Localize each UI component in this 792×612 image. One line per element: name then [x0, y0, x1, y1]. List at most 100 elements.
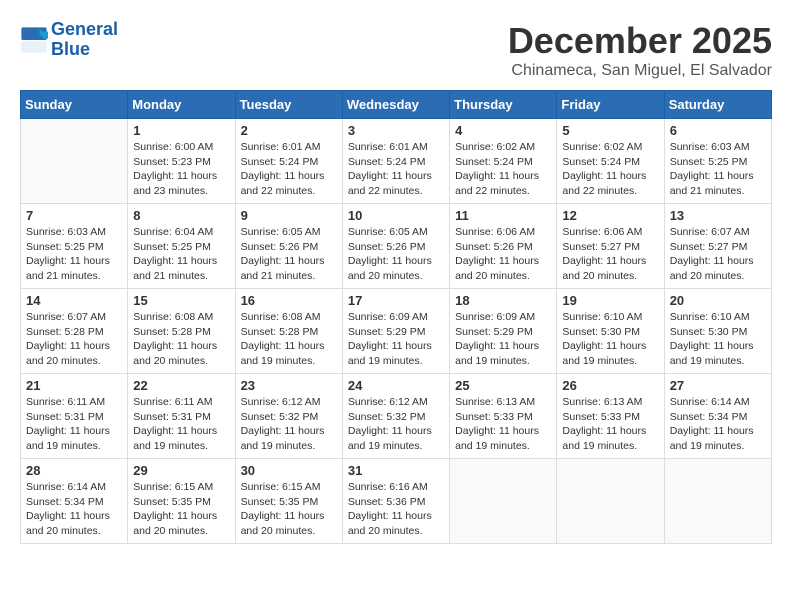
calendar-cell: 5 Sunrise: 6:02 AMSunset: 5:24 PMDaylight… [557, 119, 664, 204]
day-number: 20 [670, 293, 766, 308]
page-header: General Blue December 2025 Chinameca, Sa… [20, 20, 772, 80]
calendar-cell: 15 Sunrise: 6:08 AMSunset: 5:28 PMDayligh… [128, 289, 235, 374]
day-info: Sunrise: 6:08 AMSunset: 5:28 PMDaylight:… [241, 310, 337, 369]
calendar-cell: 21 Sunrise: 6:11 AMSunset: 5:31 PMDayligh… [21, 374, 128, 459]
calendar-cell: 26 Sunrise: 6:13 AMSunset: 5:33 PMDayligh… [557, 374, 664, 459]
calendar-cell: 16 Sunrise: 6:08 AMSunset: 5:28 PMDayligh… [235, 289, 342, 374]
calendar-cell: 3Sunrise: 6:01 AMSunset: 5:24 PMDaylight… [342, 119, 449, 204]
day-info: Sunrise: 6:02 AMSunset: 5:24 PMDaylight:… [455, 140, 551, 199]
logo-line2: Blue [51, 39, 90, 59]
day-number: 1 [133, 123, 229, 138]
day-number: 16 [241, 293, 337, 308]
day-info: Sunrise: 6:14 AMSunset: 5:34 PMDaylight:… [26, 480, 122, 539]
calendar-cell: 30 Sunrise: 6:15 AMSunset: 5:35 PMDayligh… [235, 459, 342, 544]
header-thursday: Thursday [450, 91, 557, 119]
day-number: 28 [26, 463, 122, 478]
day-info: Sunrise: 6:13 AMSunset: 5:33 PMDaylight:… [562, 395, 658, 454]
day-number: 25 [455, 378, 551, 393]
day-info: Sunrise: 6:12 AMSunset: 5:32 PMDaylight:… [348, 395, 444, 454]
day-info: Sunrise: 6:07 AMSunset: 5:27 PMDaylight:… [670, 225, 766, 284]
calendar-cell [21, 119, 128, 204]
month-title: December 2025 [508, 20, 772, 62]
header-tuesday: Tuesday [235, 91, 342, 119]
day-info: Sunrise: 6:01 AMSunset: 5:24 PMDaylight:… [241, 140, 337, 199]
calendar-cell [557, 459, 664, 544]
day-number: 8 [133, 208, 229, 223]
calendar-cell: 9 Sunrise: 6:05 AMSunset: 5:26 PMDaylight… [235, 204, 342, 289]
day-info: Sunrise: 6:00 AMSunset: 5:23 PMDaylight:… [133, 140, 229, 199]
calendar-cell: 27 Sunrise: 6:14 AMSunset: 5:34 PMDayligh… [664, 374, 771, 459]
day-number: 15 [133, 293, 229, 308]
calendar-cell: 22 Sunrise: 6:11 AMSunset: 5:31 PMDayligh… [128, 374, 235, 459]
calendar-cell: 31 Sunrise: 6:16 AMSunset: 5:36 PMDayligh… [342, 459, 449, 544]
day-number: 7 [26, 208, 122, 223]
day-number: 30 [241, 463, 337, 478]
day-info: Sunrise: 6:16 AMSunset: 5:36 PMDaylight:… [348, 480, 444, 539]
day-info: Sunrise: 6:15 AMSunset: 5:35 PMDaylight:… [241, 480, 337, 539]
day-number: 6 [670, 123, 766, 138]
day-info: Sunrise: 6:03 AMSunset: 5:25 PMDaylight:… [26, 225, 122, 284]
day-info: Sunrise: 6:15 AMSunset: 5:35 PMDaylight:… [133, 480, 229, 539]
calendar-cell [450, 459, 557, 544]
calendar-cell: 4 Sunrise: 6:02 AMSunset: 5:24 PMDaylight… [450, 119, 557, 204]
calendar-cell: 10 Sunrise: 6:05 AMSunset: 5:26 PMDayligh… [342, 204, 449, 289]
logo-text: General Blue [51, 20, 118, 60]
week-row-4: 21 Sunrise: 6:11 AMSunset: 5:31 PMDayligh… [21, 374, 772, 459]
logo: General Blue [20, 20, 118, 60]
day-number: 18 [455, 293, 551, 308]
day-number: 31 [348, 463, 444, 478]
day-number: 17 [348, 293, 444, 308]
calendar-cell: 2Sunrise: 6:01 AMSunset: 5:24 PMDaylight… [235, 119, 342, 204]
day-number: 27 [670, 378, 766, 393]
day-info: Sunrise: 6:05 AMSunset: 5:26 PMDaylight:… [241, 225, 337, 284]
calendar-header-row: SundayMondayTuesdayWednesdayThursdayFrid… [21, 91, 772, 119]
day-info: Sunrise: 6:10 AMSunset: 5:30 PMDaylight:… [562, 310, 658, 369]
calendar-cell: 18 Sunrise: 6:09 AMSunset: 5:29 PMDayligh… [450, 289, 557, 374]
day-info: Sunrise: 6:02 AMSunset: 5:24 PMDaylight:… [562, 140, 658, 199]
day-number: 12 [562, 208, 658, 223]
calendar-cell: 8 Sunrise: 6:04 AMSunset: 5:25 PMDaylight… [128, 204, 235, 289]
week-row-1: 1 Sunrise: 6:00 AMSunset: 5:23 PMDaylight… [21, 119, 772, 204]
day-number: 19 [562, 293, 658, 308]
day-number: 9 [241, 208, 337, 223]
day-number: 22 [133, 378, 229, 393]
calendar-table: SundayMondayTuesdayWednesdayThursdayFrid… [20, 90, 772, 544]
day-number: 14 [26, 293, 122, 308]
day-info: Sunrise: 6:10 AMSunset: 5:30 PMDaylight:… [670, 310, 766, 369]
week-row-3: 14Sunrise: 6:07 AMSunset: 5:28 PMDayligh… [21, 289, 772, 374]
title-block: December 2025 Chinameca, San Miguel, El … [508, 20, 772, 80]
calendar-cell: 11 Sunrise: 6:06 AMSunset: 5:26 PMDayligh… [450, 204, 557, 289]
calendar-cell: 28 Sunrise: 6:14 AMSunset: 5:34 PMDayligh… [21, 459, 128, 544]
week-row-2: 7 Sunrise: 6:03 AMSunset: 5:25 PMDaylight… [21, 204, 772, 289]
day-number: 10 [348, 208, 444, 223]
day-number: 4 [455, 123, 551, 138]
day-info: Sunrise: 6:04 AMSunset: 5:25 PMDaylight:… [133, 225, 229, 284]
day-info: Sunrise: 6:11 AMSunset: 5:31 PMDaylight:… [133, 395, 229, 454]
calendar-cell: 12Sunrise: 6:06 AMSunset: 5:27 PMDayligh… [557, 204, 664, 289]
calendar-cell: 29Sunrise: 6:15 AMSunset: 5:35 PMDayligh… [128, 459, 235, 544]
header-monday: Monday [128, 91, 235, 119]
day-info: Sunrise: 6:11 AMSunset: 5:31 PMDaylight:… [26, 395, 122, 454]
header-saturday: Saturday [664, 91, 771, 119]
day-info: Sunrise: 6:05 AMSunset: 5:26 PMDaylight:… [348, 225, 444, 284]
calendar-cell [664, 459, 771, 544]
header-sunday: Sunday [21, 91, 128, 119]
day-number: 5 [562, 123, 658, 138]
day-info: Sunrise: 6:06 AMSunset: 5:26 PMDaylight:… [455, 225, 551, 284]
calendar-cell: 13Sunrise: 6:07 AMSunset: 5:27 PMDayligh… [664, 204, 771, 289]
calendar-cell: 7 Sunrise: 6:03 AMSunset: 5:25 PMDaylight… [21, 204, 128, 289]
day-number: 21 [26, 378, 122, 393]
logo-icon [20, 26, 48, 54]
day-info: Sunrise: 6:09 AMSunset: 5:29 PMDaylight:… [348, 310, 444, 369]
day-info: Sunrise: 6:09 AMSunset: 5:29 PMDaylight:… [455, 310, 551, 369]
day-number: 3 [348, 123, 444, 138]
calendar-cell: 20 Sunrise: 6:10 AMSunset: 5:30 PMDayligh… [664, 289, 771, 374]
day-info: Sunrise: 6:14 AMSunset: 5:34 PMDaylight:… [670, 395, 766, 454]
day-info: Sunrise: 6:08 AMSunset: 5:28 PMDaylight:… [133, 310, 229, 369]
day-number: 11 [455, 208, 551, 223]
day-info: Sunrise: 6:12 AMSunset: 5:32 PMDaylight:… [241, 395, 337, 454]
day-info: Sunrise: 6:03 AMSunset: 5:25 PMDaylight:… [670, 140, 766, 199]
day-number: 26 [562, 378, 658, 393]
calendar-cell: 6 Sunrise: 6:03 AMSunset: 5:25 PMDaylight… [664, 119, 771, 204]
day-number: 24 [348, 378, 444, 393]
